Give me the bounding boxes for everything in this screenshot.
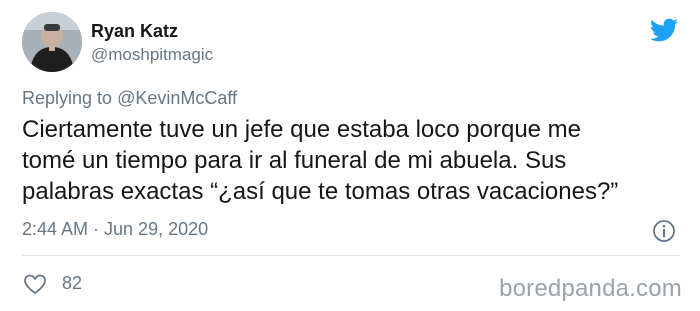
info-icon[interactable] <box>652 219 676 243</box>
author-name[interactable]: Ryan Katz <box>91 21 178 42</box>
tweet-text: Ciertamente tuve un jefe que estaba loco… <box>22 114 687 207</box>
tweet-card: Ryan Katz @moshpitmagic Replying to @Kev… <box>0 0 700 311</box>
tweet-text-line: palabras exactas “¿así que te tomas otra… <box>22 178 619 205</box>
author-handle[interactable]: @moshpitmagic <box>91 45 213 65</box>
tweet-timestamp[interactable]: 2:44 AM · Jun 29, 2020 <box>22 219 208 240</box>
divider <box>22 255 680 256</box>
avatar[interactable] <box>22 12 82 72</box>
replying-to-handle[interactable]: @KevinMcCaff <box>117 88 237 108</box>
replying-prefix: Replying to <box>22 88 118 108</box>
replying-to: Replying to @KevinMcCaff <box>22 88 237 109</box>
like-count: 82 <box>62 273 83 293</box>
tweet-text-line: tomé un tiempo para ir al funeral de mi … <box>22 147 567 174</box>
tweet-text-line: Ciertamente tuve un jefe que estaba loco… <box>22 116 582 143</box>
avatar-image <box>22 12 82 72</box>
watermark: boredpanda.com <box>499 275 682 302</box>
twitter-bird-icon[interactable] <box>648 16 680 44</box>
heart-icon[interactable] <box>23 273 47 295</box>
